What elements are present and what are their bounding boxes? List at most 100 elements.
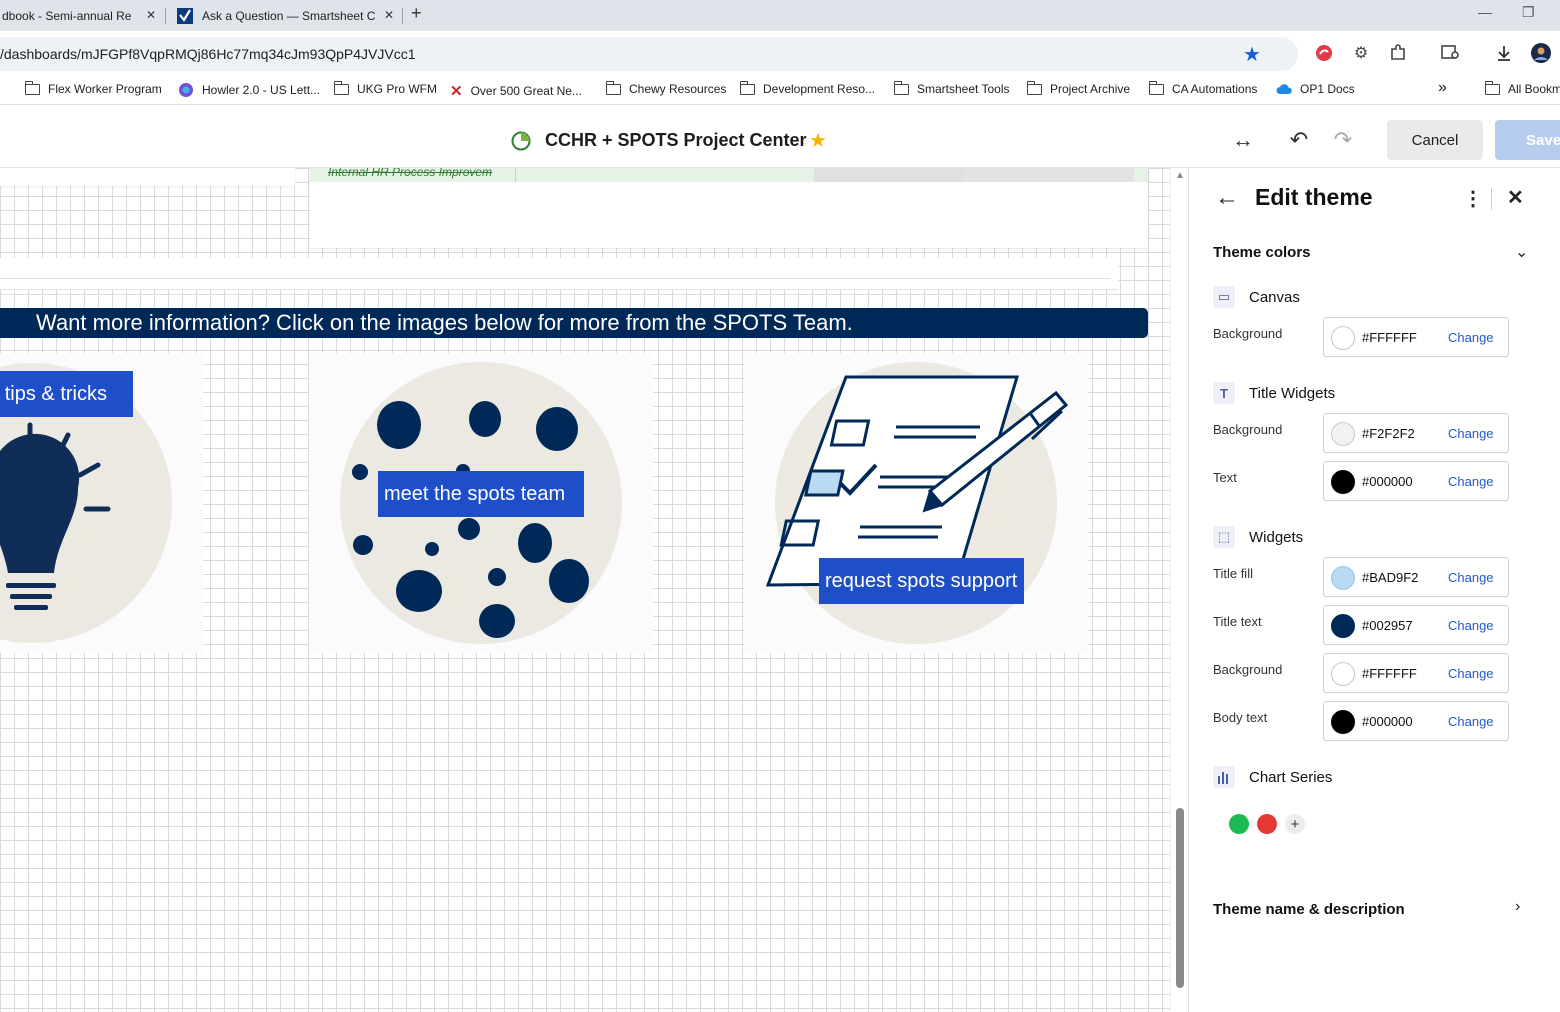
- change-link[interactable]: Change: [1448, 714, 1494, 729]
- bookmark-item[interactable]: Project Archive: [1026, 80, 1130, 96]
- puzzle-extensions-icon[interactable]: [1387, 42, 1409, 64]
- bookmarks-overflow-button[interactable]: »: [1438, 79, 1447, 97]
- change-link[interactable]: Change: [1448, 474, 1494, 489]
- chart-series-group-heading: Chart Series: [1213, 766, 1332, 788]
- dashboard-icon: [511, 131, 531, 151]
- bookmark-item[interactable]: OP1 Docs: [1276, 82, 1355, 96]
- change-link[interactable]: Change: [1448, 426, 1494, 441]
- widget-background-label: Background: [1213, 662, 1283, 677]
- checklist-pen-icon: [765, 362, 1069, 644]
- body-text-picker[interactable]: #000000 Change: [1323, 701, 1509, 741]
- favorite-star-icon[interactable]: ★: [809, 128, 827, 153]
- folder-icon: [739, 80, 755, 95]
- dashboard-canvas[interactable]: Internal HR Process Improvem Want more i…: [0, 168, 1170, 1012]
- restore-icon[interactable]: ❐: [1522, 4, 1535, 21]
- canvas-background-picker[interactable]: #FFFFFF Change: [1323, 317, 1509, 357]
- chevron-right-icon[interactable]: ›: [1515, 898, 1520, 916]
- profile-avatar[interactable]: [1530, 42, 1552, 64]
- browser-tab-strip: dbook - Semi-annual Re ✕ Ask a Question …: [0, 0, 1560, 31]
- color-swatch[interactable]: [1331, 710, 1355, 734]
- hex-value: #FFFFFF: [1362, 666, 1417, 681]
- info-banner: Want more information? Click on the imag…: [0, 308, 1148, 338]
- chevron-down-icon[interactable]: ⌄: [1515, 242, 1528, 262]
- bookmark-item[interactable]: ✕ Over 500 Great Ne...: [450, 82, 582, 100]
- dashboard-title: CCHR + SPOTS Project Center: [545, 130, 807, 150]
- tips-tricks-card[interactable]: tips & tricks: [0, 353, 203, 653]
- widget-background-picker[interactable]: #FFFFFF Change: [1323, 653, 1509, 693]
- cloud-icon: [1276, 84, 1292, 94]
- title-background-label: Background: [1213, 422, 1283, 437]
- download-icon[interactable]: [1493, 42, 1515, 64]
- bookmark-item[interactable]: Chewy Resources: [605, 80, 726, 96]
- request-support-card[interactable]: request spots support: [744, 353, 1088, 653]
- folder-icon: [605, 80, 621, 95]
- bookmark-item[interactable]: Flex Worker Program: [24, 80, 162, 96]
- folder-icon: [333, 80, 349, 95]
- theme-colors-heading[interactable]: Theme colors: [1213, 244, 1311, 261]
- color-swatch[interactable]: [1331, 566, 1355, 590]
- title-fill-label: Title fill: [1213, 566, 1253, 581]
- close-icon[interactable]: ✕: [146, 8, 156, 22]
- bookmark-item[interactable]: Howler 2.0 - US Lett...: [178, 82, 320, 98]
- text-t-icon: T: [1213, 382, 1235, 404]
- change-link[interactable]: Change: [1448, 618, 1494, 633]
- color-swatch[interactable]: [1331, 422, 1355, 446]
- canvas-scrollbar[interactable]: ▲: [1170, 168, 1188, 1012]
- header-divider: [1491, 188, 1492, 210]
- tab-search-icon[interactable]: [1440, 42, 1462, 64]
- title-text-label: Title text: [1213, 614, 1262, 629]
- report-cell-text: Internal HR Process Improvem: [328, 168, 493, 179]
- body-text-label: Body text: [1213, 710, 1268, 725]
- title-text-label: Text: [1213, 470, 1237, 485]
- color-swatch[interactable]: [1331, 470, 1355, 494]
- bookmark-star-icon[interactable]: ★: [1243, 42, 1261, 67]
- scroll-up-arrow-icon[interactable]: ▲: [1175, 170, 1185, 181]
- meet-team-card[interactable]: meet the spots team: [309, 353, 653, 653]
- theme-name-heading[interactable]: Theme name & description: [1213, 901, 1405, 918]
- title-fill-picker[interactable]: #BAD9F2 Change: [1323, 557, 1509, 597]
- title-text-picker[interactable]: #000000 Change: [1323, 461, 1509, 501]
- change-link[interactable]: Change: [1448, 570, 1494, 585]
- widget-title-text-picker[interactable]: #002957 Change: [1323, 605, 1509, 645]
- url-text[interactable]: /dashboards/mJFGPf8VqpRMQj86Hc77mq34cJm9…: [0, 46, 416, 62]
- cancel-button[interactable]: Cancel: [1387, 120, 1483, 160]
- bookmark-item[interactable]: UKG Pro WFM: [333, 80, 437, 96]
- back-arrow-icon[interactable]: ←: [1215, 184, 1239, 212]
- change-link[interactable]: Change: [1448, 330, 1494, 345]
- close-icon[interactable]: ✕: [384, 8, 394, 22]
- bookmark-item[interactable]: Development Reso...: [739, 80, 875, 96]
- save-button[interactable]: Save: [1495, 120, 1560, 160]
- scroll-thumb[interactable]: [1176, 808, 1184, 988]
- color-swatch[interactable]: [1331, 614, 1355, 638]
- widget-card[interactable]: [0, 168, 295, 186]
- folder-icon: [24, 80, 40, 95]
- report-row: Internal HR Process Improvem: [310, 168, 1148, 182]
- sheet-widget[interactable]: Internal HR Process Improvem: [310, 168, 1148, 248]
- extension-red-icon[interactable]: [1313, 42, 1335, 64]
- series-color-red[interactable]: [1257, 814, 1277, 834]
- howler-icon: [179, 83, 193, 97]
- bookmark-item[interactable]: All Bookm: [1484, 80, 1560, 96]
- browser-tab[interactable]: dbook - Semi-annual Re ✕: [0, 0, 162, 31]
- add-series-button[interactable]: +: [1285, 814, 1305, 834]
- title-widgets-group-heading: T Title Widgets: [1213, 382, 1335, 404]
- widgets-group-heading: ⬚ Widgets: [1213, 526, 1303, 548]
- change-link[interactable]: Change: [1448, 666, 1494, 681]
- gear-extension-icon[interactable]: ⚙: [1350, 42, 1372, 64]
- undo-icon[interactable]: ↶: [1284, 125, 1314, 155]
- series-color-green[interactable]: [1229, 814, 1249, 834]
- browser-tab[interactable]: Ask a Question — Smartsheet C ✕: [172, 0, 400, 31]
- title-background-picker[interactable]: #F2F2F2 Change: [1323, 413, 1509, 453]
- minimize-icon[interactable]: —: [1478, 4, 1492, 20]
- new-tab-button[interactable]: +: [411, 3, 422, 24]
- expand-width-icon[interactable]: ↔: [1228, 125, 1258, 155]
- close-icon[interactable]: ✕: [1507, 185, 1524, 210]
- color-swatch[interactable]: [1331, 326, 1355, 350]
- bookmark-item[interactable]: Smartsheet Tools: [893, 80, 1010, 96]
- bookmark-item[interactable]: CA Automations: [1148, 80, 1257, 96]
- divider-widget[interactable]: [0, 258, 1118, 290]
- color-swatch[interactable]: [1331, 662, 1355, 686]
- redo-icon[interactable]: ↷: [1328, 125, 1358, 155]
- more-options-icon[interactable]: ⋮: [1463, 186, 1483, 211]
- address-bar[interactable]: /dashboards/mJFGPf8VqpRMQj86Hc77mq34cJm9…: [0, 37, 1298, 71]
